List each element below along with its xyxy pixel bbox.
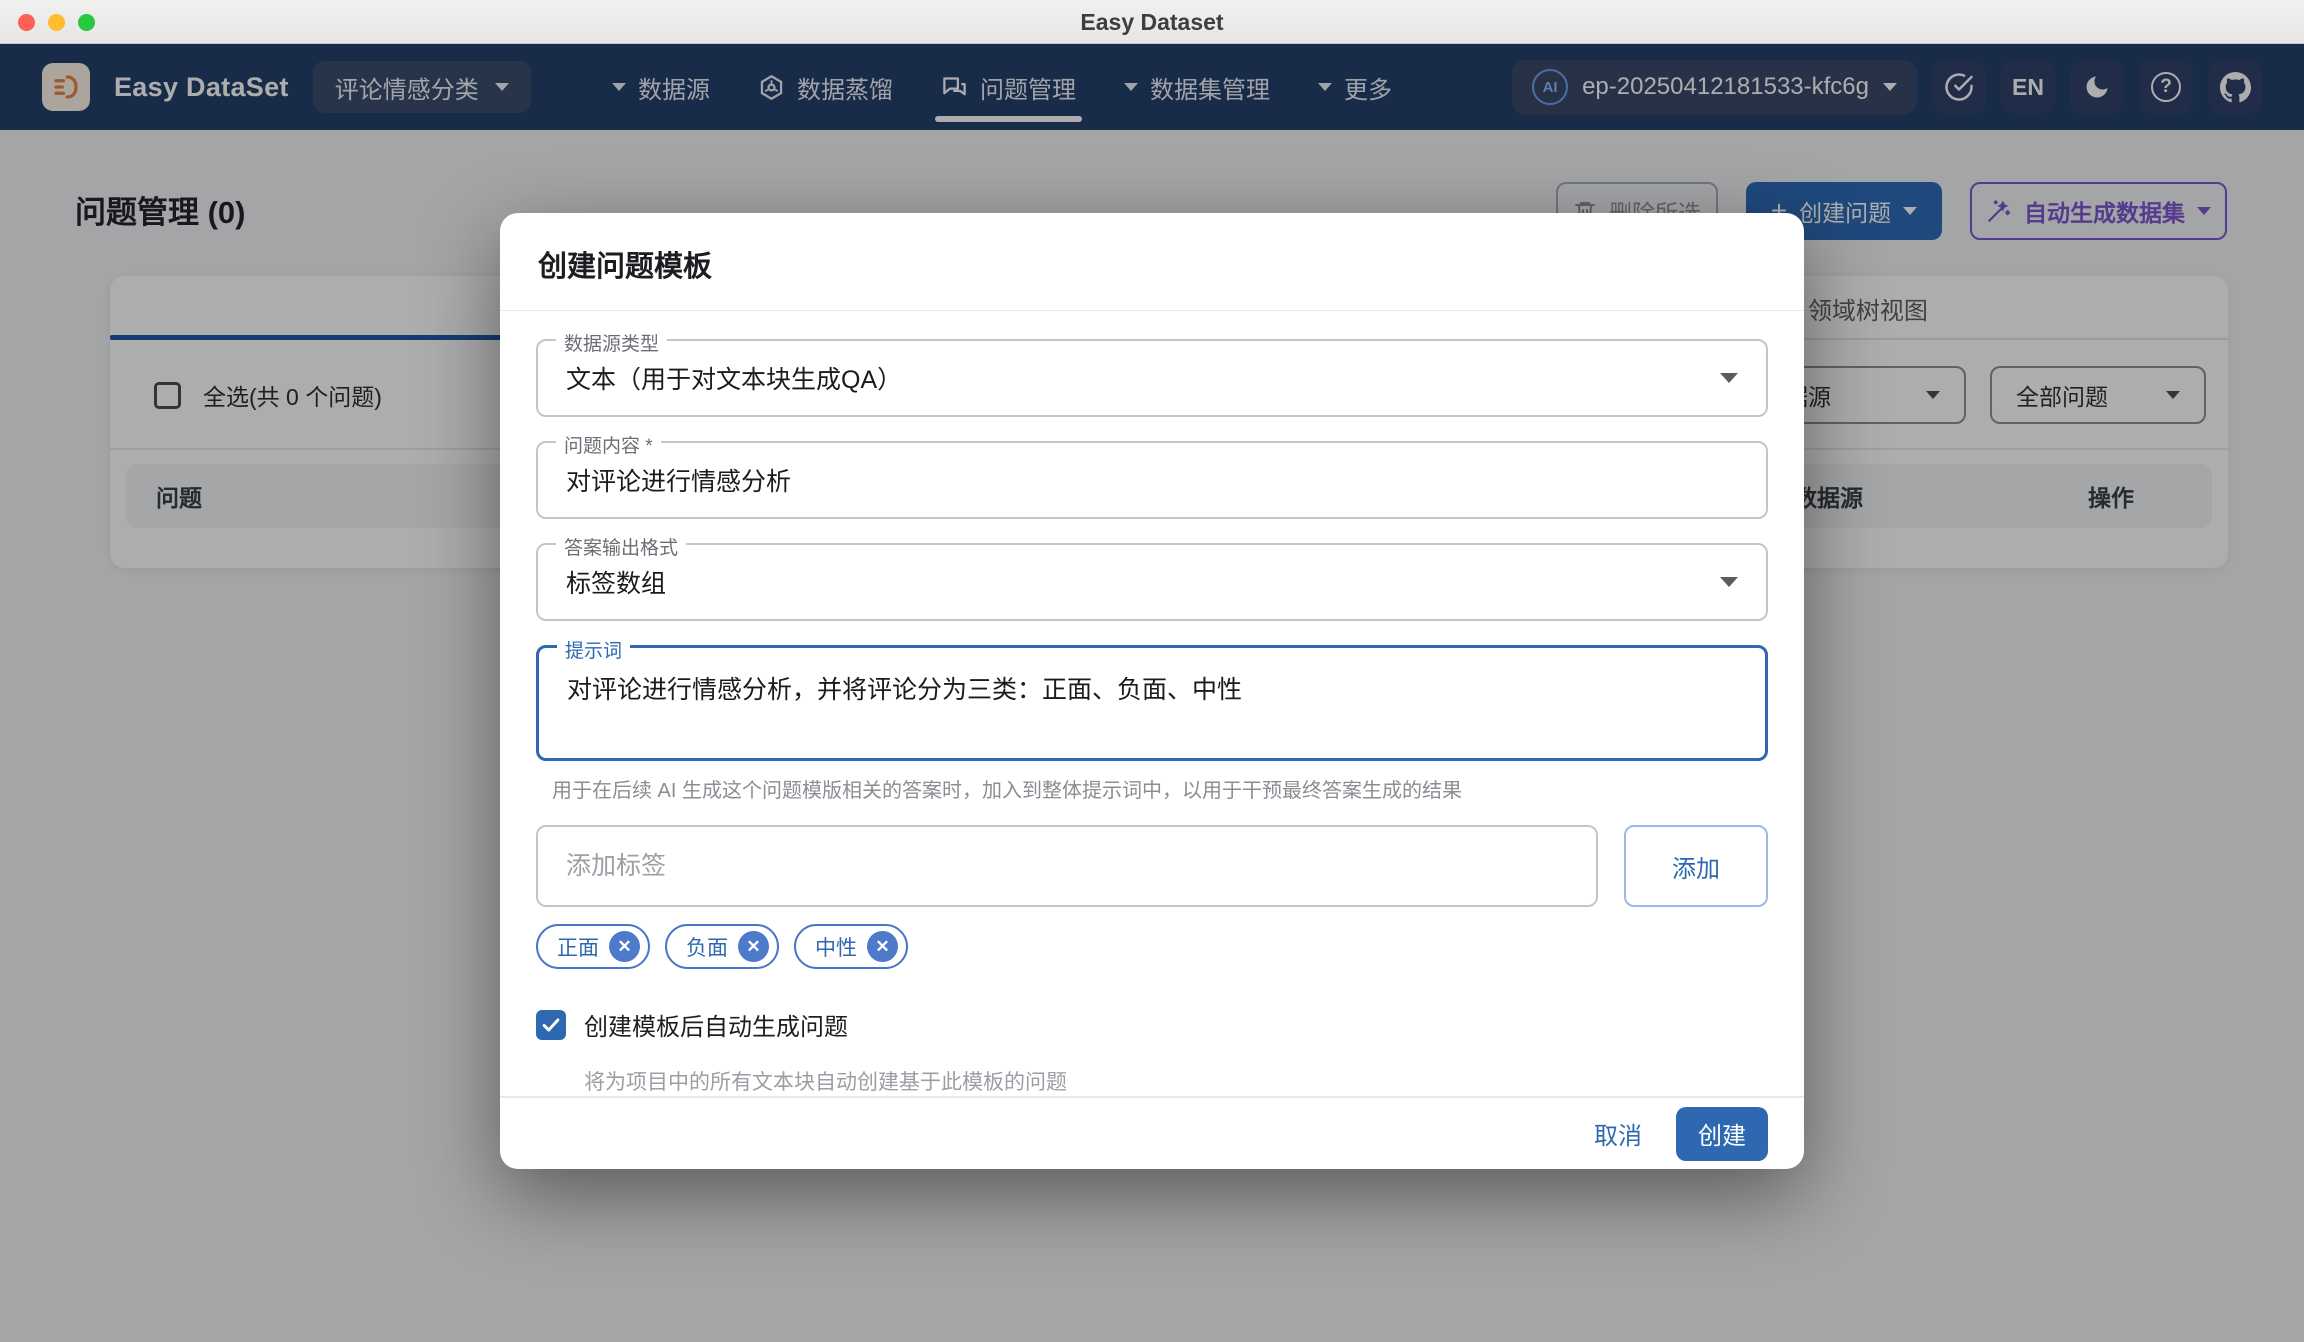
question-content-label: 问题内容 *: [556, 431, 661, 458]
tag-chip-label: 中性: [815, 932, 857, 962]
macos-titlebar: Easy Dataset: [0, 0, 2304, 44]
datasource-type-select[interactable]: 数据源类型 文本（用于对文本块生成QA）: [536, 339, 1768, 417]
tag-chip: 负面 ✕: [665, 924, 779, 969]
question-content-field[interactable]: 问题内容 * 对评论进行情感分析: [536, 441, 1768, 519]
question-content-value: 对评论进行情感分析: [566, 462, 791, 498]
datasource-type-label: 数据源类型: [556, 329, 667, 356]
auto-create-row: 创建模板后自动生成问题: [536, 1007, 1768, 1042]
auto-create-helper-text: 将为项目中的所有文本块自动创建基于此模板的问题: [584, 1066, 1768, 1096]
window-title: Easy Dataset: [0, 0, 2304, 44]
tag-input-row: 添加: [536, 825, 1768, 907]
add-tag-input[interactable]: [536, 825, 1598, 907]
chip-remove-icon[interactable]: ✕: [609, 931, 640, 962]
prompt-textarea[interactable]: 提示词 对评论进行情感分析，并将评论分为三类：正面、负面、中性: [536, 645, 1768, 761]
tag-chip-label: 负面: [686, 932, 728, 962]
dialog-title: 创建问题模板: [500, 213, 1804, 311]
datasource-type-value: 文本（用于对文本块生成QA）: [566, 360, 902, 396]
dialog-body: 数据源类型 文本（用于对文本块生成QA） 问题内容 * 对评论进行情感分析 答案…: [500, 311, 1804, 1096]
prompt-value: 对评论进行情感分析，并将评论分为三类：正面、负面、中性: [567, 670, 1242, 706]
auto-create-checkbox[interactable]: [536, 1010, 566, 1040]
dialog-footer: 取消 创建: [500, 1096, 1804, 1169]
prompt-helper-text: 用于在后续 AI 生成这个问题模版相关的答案时，加入到整体提示词中，以用于干预最…: [552, 774, 1768, 803]
chip-remove-icon[interactable]: ✕: [738, 931, 769, 962]
prompt-label: 提示词: [557, 636, 630, 663]
cancel-button[interactable]: 取消: [1594, 1116, 1642, 1151]
answer-format-select[interactable]: 答案输出格式 标签数组: [536, 543, 1768, 621]
screen: Easy Dataset Easy DataSet 评论情感分类 数据源: [0, 0, 2304, 1342]
create-button[interactable]: 创建: [1676, 1107, 1768, 1161]
tag-chip: 中性 ✕: [794, 924, 908, 969]
tag-chip-label: 正面: [557, 932, 599, 962]
chevron-down-icon: [1720, 373, 1738, 383]
add-tag-button[interactable]: 添加: [1624, 825, 1768, 907]
chevron-down-icon: [1720, 577, 1738, 587]
auto-create-label: 创建模板后自动生成问题: [584, 1007, 848, 1042]
chip-remove-icon[interactable]: ✕: [867, 931, 898, 962]
tag-chips: 正面 ✕ 负面 ✕ 中性 ✕: [536, 924, 1768, 969]
answer-format-value: 标签数组: [566, 564, 666, 600]
check-icon: [540, 1014, 562, 1036]
answer-format-label: 答案输出格式: [556, 533, 686, 560]
create-question-template-dialog: 创建问题模板 数据源类型 文本（用于对文本块生成QA） 问题内容 * 对评论进行…: [500, 213, 1804, 1169]
tag-chip: 正面 ✕: [536, 924, 650, 969]
